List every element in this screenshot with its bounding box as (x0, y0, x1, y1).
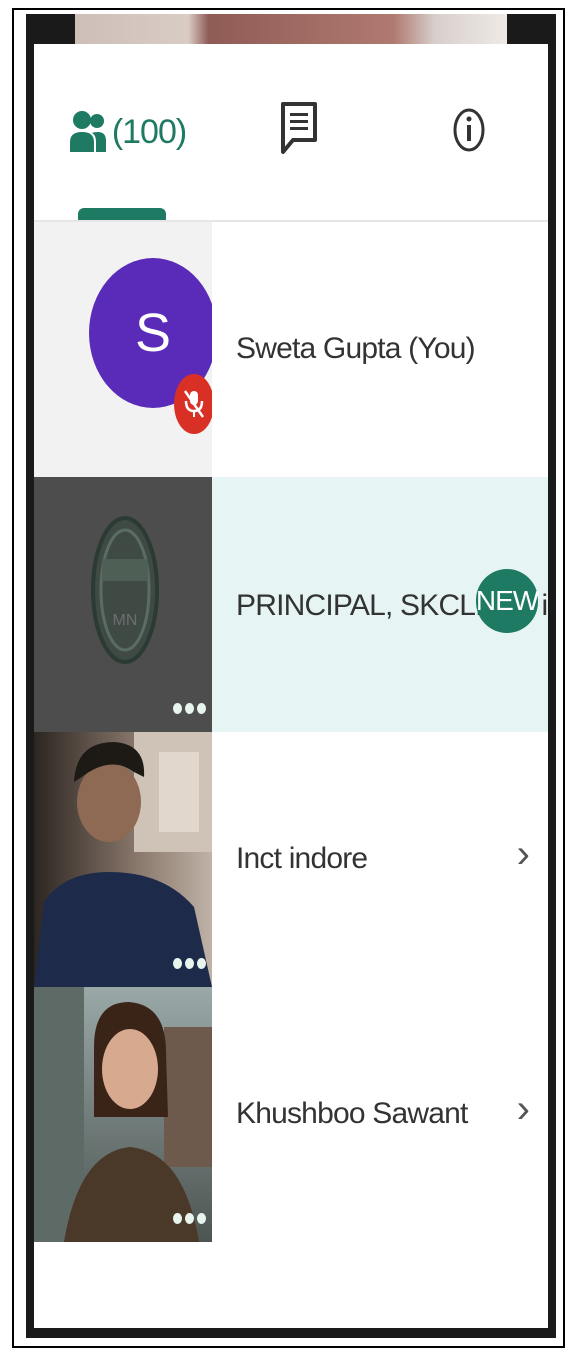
participant-video (34, 732, 212, 987)
participant-tile: S (34, 222, 212, 477)
chat-icon (281, 101, 317, 163)
tab-chat[interactable] (264, 44, 334, 220)
participants-panel: (100) S Sweta Gupta (You) MN PRINCIPAL, … (26, 14, 556, 1338)
info-icon (453, 107, 485, 158)
logo-icon: MN (90, 515, 160, 670)
chevron-right-icon[interactable]: › (517, 1087, 530, 1132)
svg-text:MN: MN (113, 612, 138, 629)
more-options-icon[interactable] (173, 958, 206, 969)
participant-row[interactable]: Khushboo Sawant › (34, 987, 548, 1242)
mic-off-icon (174, 374, 212, 434)
panel-tabs: (100) (34, 44, 548, 222)
participant-row[interactable]: S Sweta Gupta (You) (34, 222, 548, 477)
participant-row[interactable]: MN PRINCIPAL, SKCLNCT i... NEW (34, 477, 548, 732)
people-count: (100) (111, 112, 187, 151)
active-tab-indicator (78, 208, 166, 220)
participant-tile: MN (34, 477, 212, 732)
participant-row[interactable]: Inct indore › (34, 732, 548, 987)
tab-info[interactable] (434, 44, 504, 220)
participant-name: Sweta Gupta (You) (236, 332, 476, 365)
more-options-icon[interactable] (173, 703, 206, 714)
tab-people[interactable]: (100) (64, 44, 192, 220)
participant-name: Inct indore (236, 842, 368, 875)
more-options-icon[interactable] (173, 1213, 206, 1224)
new-badge: NEW (476, 569, 539, 633)
participant-name: Khushboo Sawant (236, 1097, 468, 1130)
video-preview-strip (34, 14, 548, 44)
chevron-right-icon[interactable]: › (517, 832, 530, 877)
people-icon (69, 108, 106, 157)
participant-video (34, 987, 212, 1242)
